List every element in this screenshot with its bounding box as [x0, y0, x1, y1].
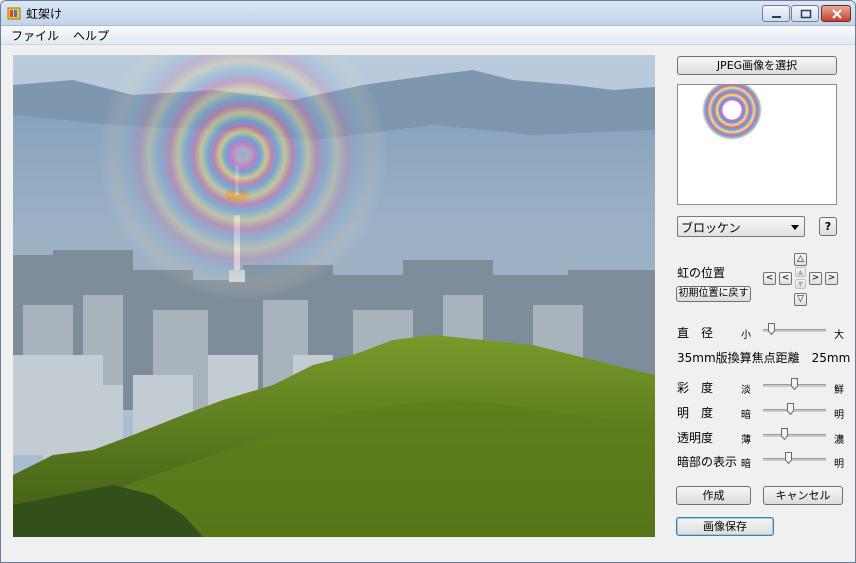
saturation-label: 彩 度	[677, 381, 714, 395]
close-button[interactable]	[821, 5, 851, 22]
slider-track	[763, 458, 826, 461]
move-down-button[interactable]: ▽	[794, 293, 807, 306]
cancel-button[interactable]: キャンセル	[763, 486, 843, 505]
brightness-min-label: 暗	[741, 410, 751, 421]
chevron-down-icon	[791, 225, 799, 230]
slider-thumb[interactable]	[768, 323, 776, 335]
slider-thumb[interactable]	[785, 452, 793, 464]
minimize-button[interactable]	[762, 5, 790, 22]
save-image-button[interactable]: 画像保存	[676, 517, 774, 536]
move-up-button[interactable]: △	[794, 253, 807, 266]
move-left-fast-button[interactable]: <	[763, 272, 776, 285]
transparency-label: 透明度	[677, 431, 714, 445]
menu-help[interactable]: ヘルプ	[71, 27, 111, 44]
nudge-up-button[interactable]: ▲	[795, 267, 806, 277]
rainbow-preview	[677, 80, 837, 205]
mode-select[interactable]: ブロッケン	[677, 216, 805, 237]
maximize-button[interactable]	[791, 5, 819, 22]
position-label: 虹の位置	[677, 266, 726, 280]
brightness-slider[interactable]	[763, 403, 826, 417]
focal-length-text: 35mm版換算焦点距離 25mm	[677, 351, 851, 365]
saturation-max-label: 鮮	[834, 385, 844, 396]
dark-display-slider[interactable]	[763, 452, 826, 466]
select-image-button[interactable]: JPEG画像を選択	[677, 56, 837, 75]
dark-display-max-label: 明	[834, 459, 844, 470]
menu-file[interactable]: ファイル	[9, 27, 61, 44]
slider-thumb[interactable]	[790, 378, 798, 390]
slider-thumb[interactable]	[781, 428, 789, 440]
brightness-max-label: 明	[834, 410, 844, 421]
slider-track	[763, 409, 826, 412]
diameter-max-label: 大	[834, 330, 844, 341]
move-left-button[interactable]: <	[779, 272, 792, 285]
menu-bar: ファイル ヘルプ	[1, 26, 855, 45]
close-icon	[832, 9, 842, 19]
move-right-fast-button[interactable]: >	[825, 272, 838, 285]
transparency-max-label: 濃	[834, 435, 844, 446]
maximize-icon	[800, 9, 812, 19]
minimize-icon	[772, 16, 781, 18]
diameter-min-label: 小	[741, 330, 751, 341]
reset-position-button[interactable]: 初期位置に戻す	[676, 286, 751, 302]
create-button[interactable]: 作成	[676, 486, 751, 505]
transparency-slider[interactable]	[763, 428, 826, 442]
brightness-label: 明 度	[677, 406, 714, 420]
saturation-min-label: 淡	[741, 385, 751, 396]
app-icon	[7, 7, 21, 20]
dark-display-min-label: 暗	[741, 459, 751, 470]
dark-display-label: 暗部の表示	[677, 455, 738, 469]
photo-canvas[interactable]	[13, 55, 655, 537]
nudge-down-button[interactable]: ▼	[795, 279, 806, 289]
transparency-min-label: 薄	[741, 435, 751, 446]
mode-select-value: ブロッケン	[681, 221, 741, 235]
preview-graphic	[702, 80, 762, 140]
move-right-button[interactable]: >	[809, 272, 822, 285]
diameter-slider[interactable]	[763, 323, 826, 337]
app-window: 虹架け ファイル ヘルプ JPEG画像を選択 ブロッケン ? 虹の位置 初期位置…	[0, 0, 856, 563]
help-button[interactable]: ?	[819, 217, 837, 236]
photo-with-rainbow	[13, 55, 655, 537]
window-title: 虹架け	[26, 7, 63, 21]
saturation-slider[interactable]	[763, 378, 826, 392]
diameter-label: 直 径	[677, 326, 714, 340]
slider-thumb[interactable]	[787, 403, 795, 415]
title-bar[interactable]: 虹架け	[1, 1, 855, 26]
slider-track	[763, 434, 826, 437]
